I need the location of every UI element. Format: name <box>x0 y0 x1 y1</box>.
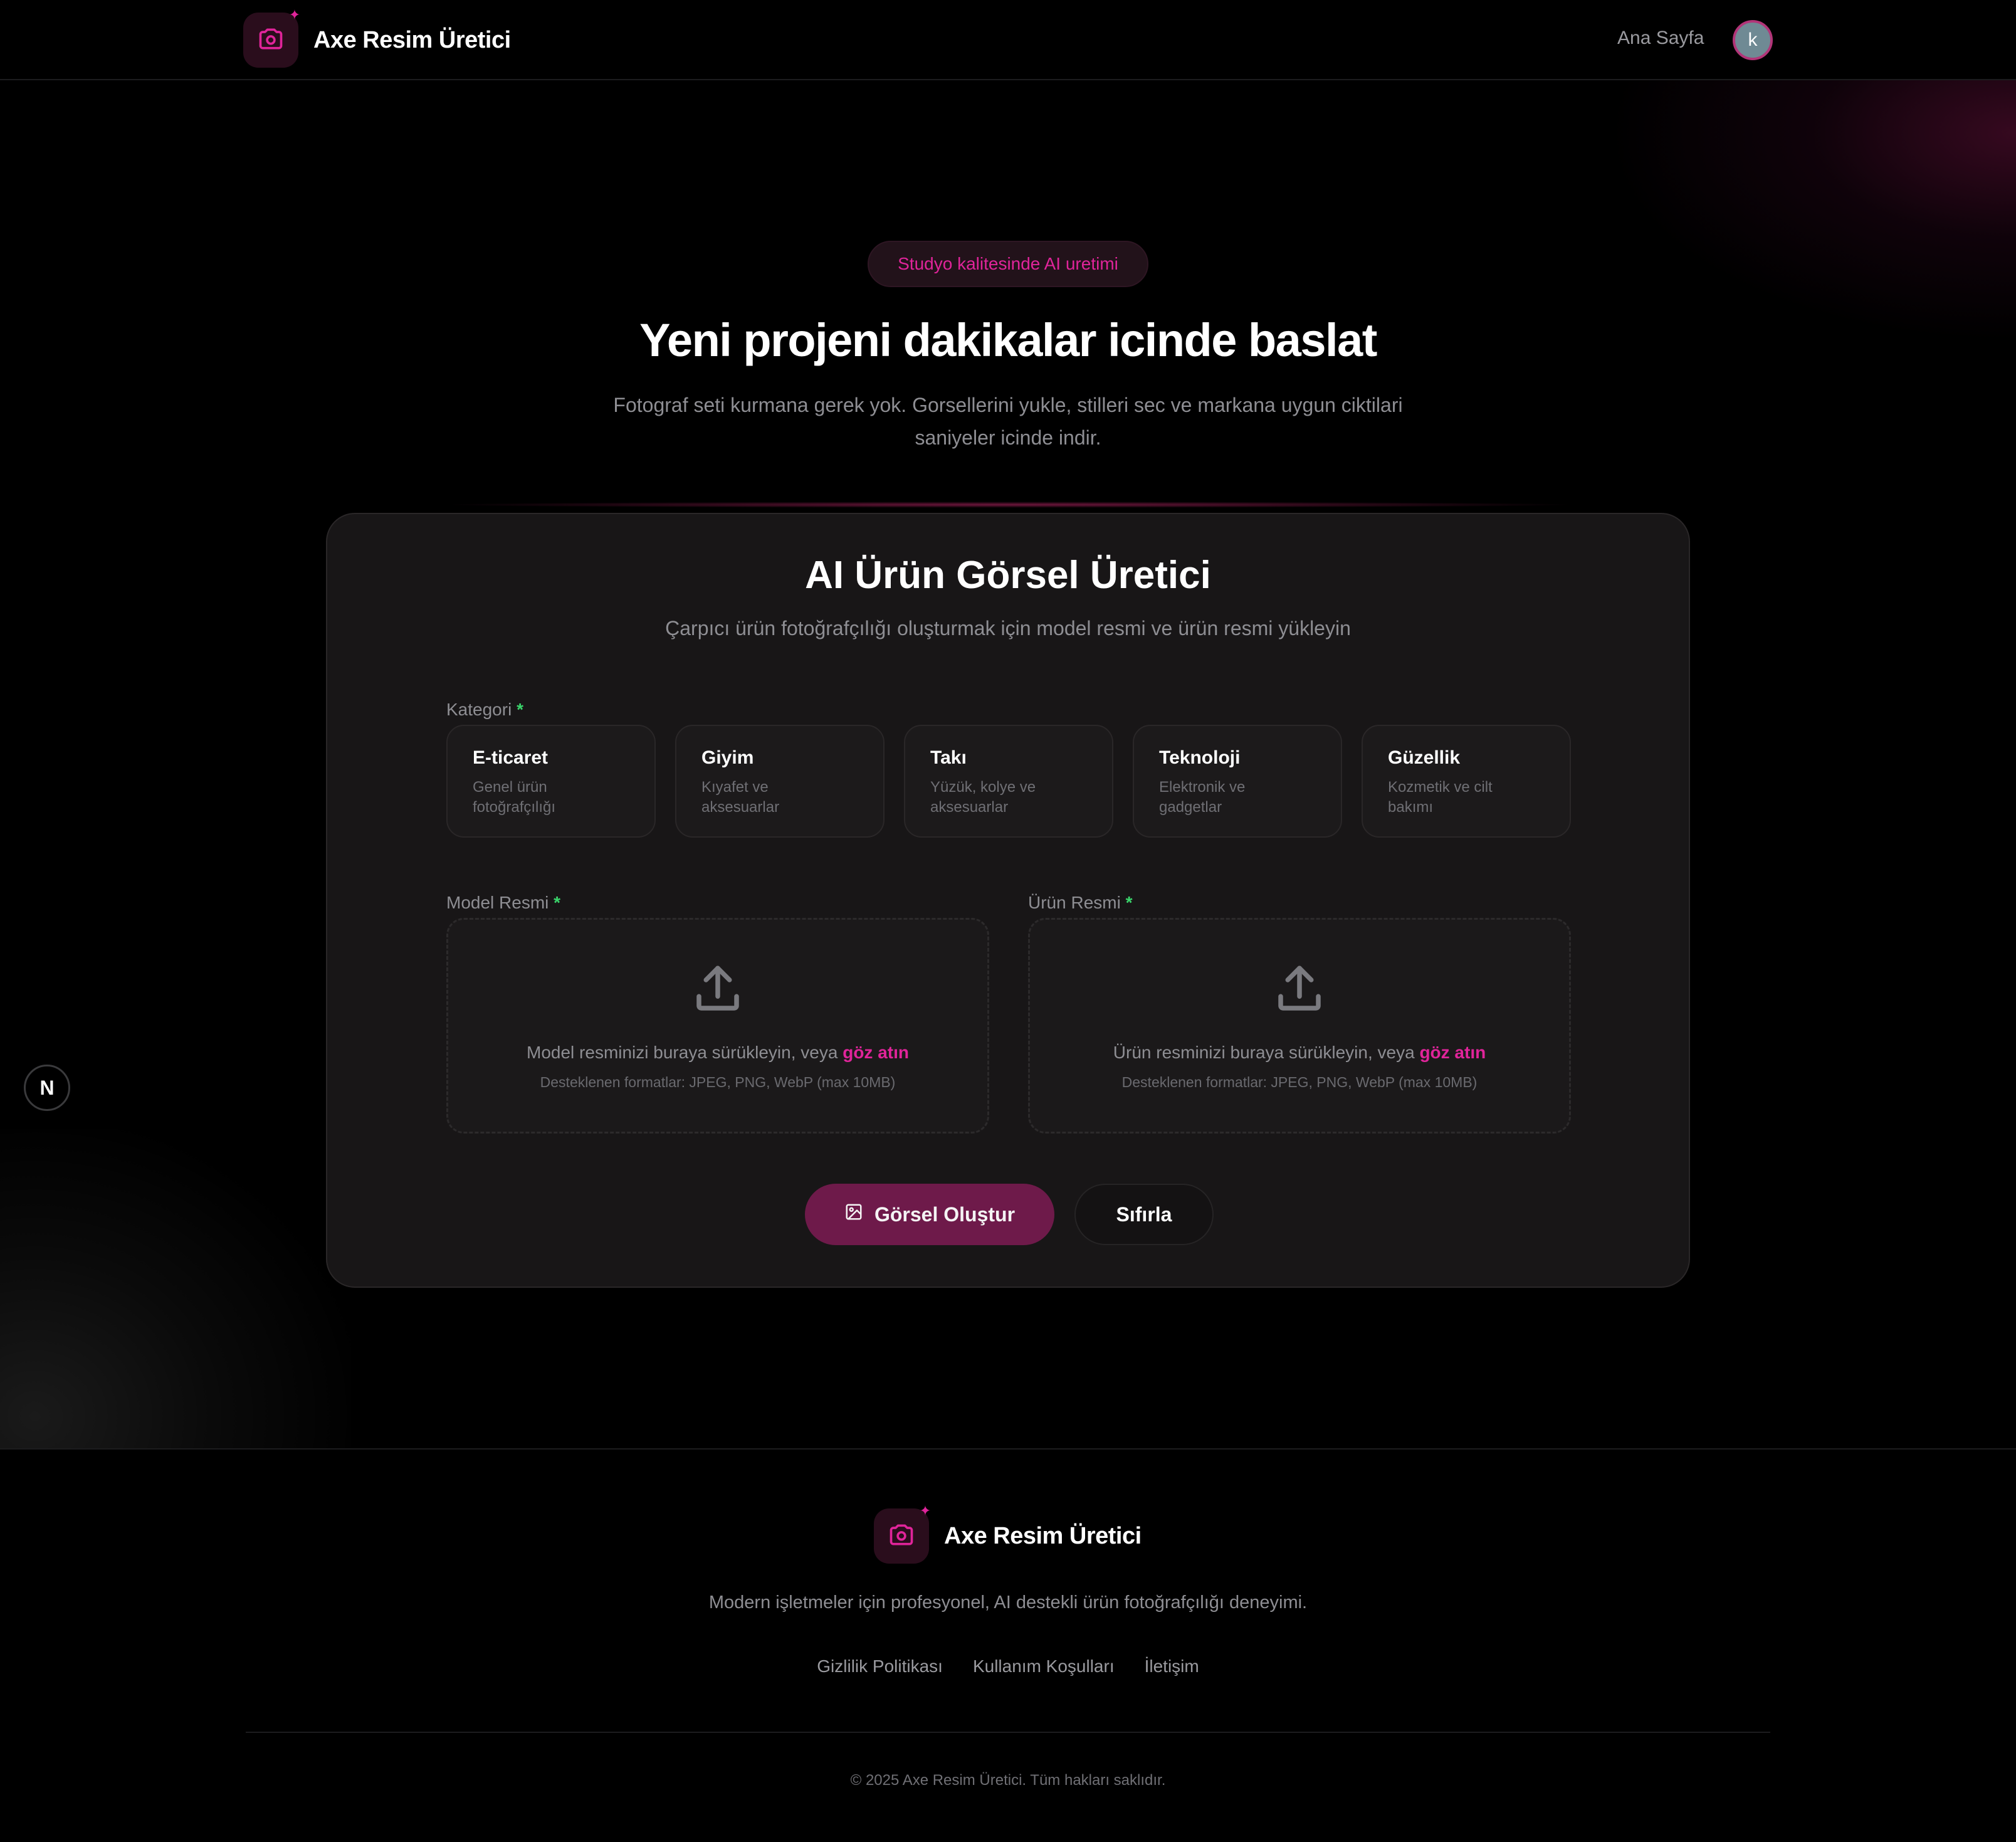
footer-copyright: © 2025 Axe Resim Üretici. Tüm hakları sa… <box>850 1772 1166 1789</box>
card-subtitle: Çarpıcı ürün fotoğrafçılığı oluşturmak i… <box>665 617 1351 639</box>
category-title: Teknoloji <box>1159 747 1241 768</box>
footer-brand: ✦ Axe Resim Üretici <box>874 1503 1142 1564</box>
dropzone-instruction: Model resminizi buraya sürükleyin, veya <box>527 1043 843 1062</box>
category-description: Genel ürün fotoğrafçılığı <box>473 779 556 816</box>
footer-divider <box>246 1732 1770 1733</box>
hero-subtitle-line-2: saniyeler icinde indir. <box>915 426 1101 449</box>
category-label-text: Kategori <box>446 700 512 719</box>
product-image-label-text: Ürün Resmi <box>1028 893 1121 912</box>
required-mark: * <box>554 893 561 912</box>
generator-card: AI Ürün Görsel Üretici Çarpıcı ürün foto… <box>326 513 1690 1288</box>
product-image-dropzone[interactable]: Ürün resminizi buraya sürükleyin, veya g… <box>1028 918 1571 1134</box>
sparkle-icon: ✦ <box>288 7 301 23</box>
top-header: ✦ Axe Resim Üretici Ana Sayfa k <box>0 0 2016 80</box>
category-option-taki[interactable]: Takı Yüzük, kolye ve aksesuarlar <box>904 725 1113 838</box>
category-option-eticaret[interactable]: E-ticaret Genel ürün fotoğrafçılığı <box>446 725 656 838</box>
footer-link-terms[interactable]: Kullanım Koşulları <box>973 1656 1115 1676</box>
category-title: Güzellik <box>1388 747 1461 768</box>
model-image-label-text: Model Resmi <box>446 893 549 912</box>
footer-logo-badge: ✦ <box>874 1503 931 1564</box>
brand-logo-link[interactable]: ✦ Axe Resim Üretici <box>243 8 511 68</box>
camera-icon <box>257 25 285 56</box>
dropzone-hint: Desteklenen formatlar: JPEG, PNG, WebP (… <box>540 1074 896 1090</box>
dropzone-instruction: Ürün resminizi buraya sürükleyin, veya <box>1113 1043 1420 1062</box>
model-image-dropzone[interactable]: Model resminizi buraya sürükleyin, veya … <box>446 918 989 1134</box>
generate-button-label: Görsel Oluştur <box>874 1203 1016 1226</box>
category-title: Takı <box>930 747 967 768</box>
dropzone-hint: Desteklenen formatlar: JPEG, PNG, WebP (… <box>1121 1074 1478 1090</box>
category-description: Yüzük, kolye ve aksesuarlar <box>930 779 1036 816</box>
required-mark: * <box>1125 893 1133 912</box>
category-label: Kategori * <box>446 700 523 720</box>
sparkle-icon: ✦ <box>919 1503 932 1518</box>
browse-link[interactable]: göz atın <box>843 1043 909 1062</box>
footer-link-privacy[interactable]: Gizlilik Politikası <box>817 1656 943 1676</box>
footer-link-contact[interactable]: İletişim <box>1145 1656 1199 1676</box>
image-icon <box>844 1203 863 1226</box>
dropzone-text: Model resminizi buraya sürükleyin, veya … <box>448 1043 987 1063</box>
footer-brand-name: Axe Resim Üretici <box>944 1522 1142 1549</box>
card-title: AI Ürün Görsel Üretici <box>805 554 1211 597</box>
background-glow-top-right <box>1605 80 2016 344</box>
hero-title: Yeni projeni dakikalar icinde baslat <box>639 314 1377 366</box>
user-avatar[interactable]: k <box>1733 20 1773 60</box>
dropzone-text: Ürün resminizi buraya sürükleyin, veya g… <box>1030 1043 1569 1063</box>
card-top-glow <box>439 502 1580 508</box>
brand-logo-badge: ✦ <box>243 8 300 68</box>
upload-icon <box>448 961 987 1018</box>
footer-links: Gizlilik Politikası Kullanım Koşulları İ… <box>0 1656 2016 1676</box>
category-description: Kıyafet ve aksesuarlar <box>701 779 780 816</box>
category-title: Giyim <box>701 747 754 768</box>
category-title: E-ticaret <box>473 747 549 768</box>
hero-badge: Studyo kalitesinde AI uretimi <box>868 241 1148 287</box>
category-description: Elektronik ve gadgetlar <box>1159 779 1246 816</box>
hero-subtitle: Fotograf seti kurmana gerek yok. Gorsell… <box>569 389 1447 454</box>
category-option-giyim[interactable]: Giyim Kıyafet ve aksesuarlar <box>675 725 885 838</box>
hero-subtitle-line-1: Fotograf seti kurmana gerek yok. Gorsell… <box>613 394 1403 416</box>
footer-description: Modern işletmeler için profesyonel, AI d… <box>708 1592 1308 1613</box>
background-glow-bottom-left <box>0 1129 351 1448</box>
reset-button[interactable]: Sıfırla <box>1074 1184 1214 1245</box>
model-image-label: Model Resmi * <box>446 893 560 913</box>
browse-link[interactable]: göz atın <box>1419 1043 1486 1062</box>
nav-link-home[interactable]: Ana Sayfa <box>1617 28 1704 49</box>
generate-image-button[interactable]: Görsel Oluştur <box>805 1184 1054 1245</box>
brand-name: Axe Resim Üretici <box>313 26 511 53</box>
category-description: Kozmetik ve cilt bakımı <box>1388 779 1493 816</box>
product-image-label: Ürün Resmi * <box>1028 893 1133 913</box>
upload-icon <box>1030 961 1569 1018</box>
category-option-teknoloji[interactable]: Teknoloji Elektronik ve gadgetlar <box>1133 725 1342 838</box>
required-mark: * <box>517 700 523 719</box>
category-option-guzellik[interactable]: Güzellik Kozmetik ve cilt bakımı <box>1362 725 1571 838</box>
camera-icon <box>888 1521 915 1552</box>
nextjs-dev-indicator[interactable]: N <box>24 1065 70 1111</box>
footer: ✦ Axe Resim Üretici Modern işletmeler iç… <box>0 1448 2016 1842</box>
